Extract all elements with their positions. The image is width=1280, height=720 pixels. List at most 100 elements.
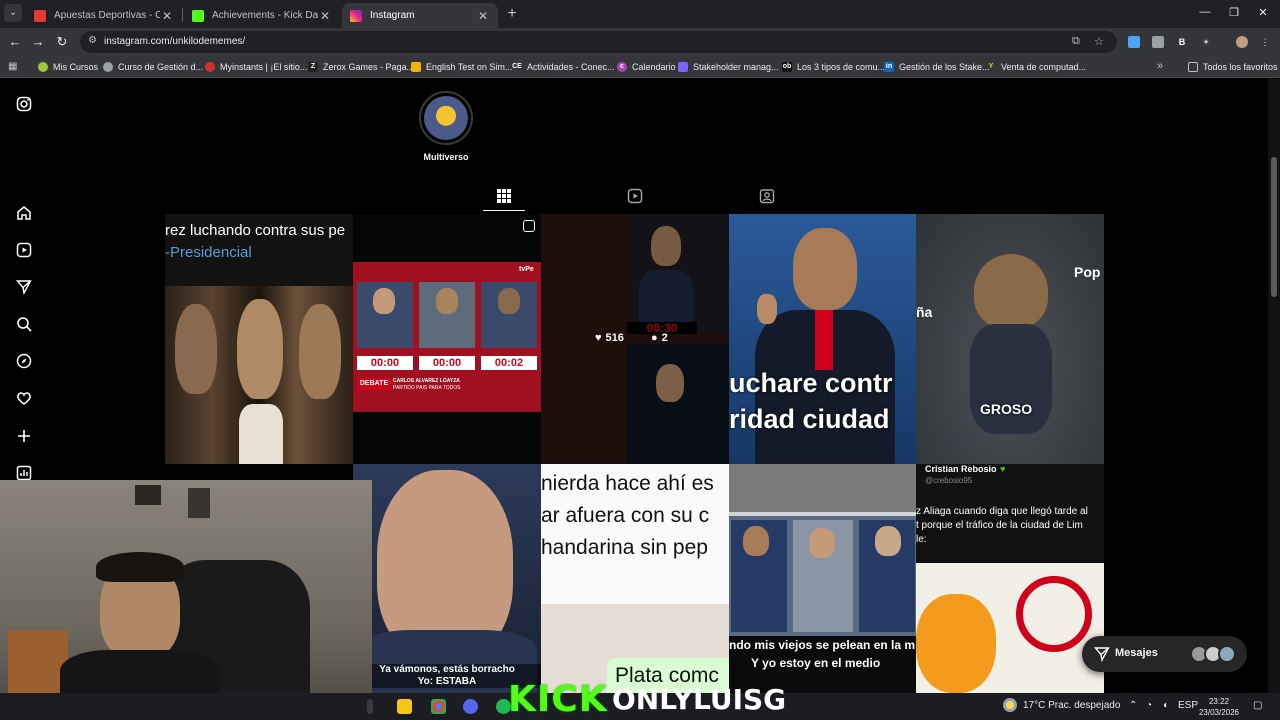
wifi-icon[interactable]: ◔ [1146, 700, 1152, 711]
url-text: instagram.com/unkilodememes/ [104, 36, 246, 47]
notifications-icon[interactable]: ▢ [1253, 700, 1262, 711]
profile-avatar[interactable] [1236, 36, 1248, 48]
browser-toolbar: ← → ↻ ⚙ instagram.com/unkilodememes/ ⧉ ☆… [0, 28, 1280, 56]
chrome-icon[interactable] [431, 699, 446, 714]
bookmark-item[interactable]: Z Zerox Games - Paga... [308, 60, 414, 74]
tab-title: Apuestas Deportivas - Casa de [54, 10, 160, 21]
close-window-icon[interactable]: ✕ [1256, 6, 1270, 19]
tab-search-button[interactable]: ⌄ [4, 4, 22, 22]
reels-icon[interactable] [16, 242, 32, 258]
bookmark-item[interactable]: Y Venta de computad... [986, 60, 1086, 74]
post-tile[interactable]: Cristian Rebosio ♥ @crebosio95 z Aliaga … [916, 464, 1104, 693]
extension-b-icon[interactable]: B [1176, 36, 1188, 48]
browser-tab-strip: ⌄ Apuestas Deportivas - Casa de ✕ Achiev… [0, 0, 1280, 28]
bookmark-item[interactable]: CE Actividades - Conec... [512, 60, 615, 74]
bookmark-star-icon[interactable]: ☆ [1094, 35, 1104, 48]
forward-icon[interactable]: → [29, 33, 47, 51]
post-tile[interactable]: ndo mis viejos se pelean en la m Y yo es… [729, 464, 916, 693]
tab-apuestas[interactable]: Apuestas Deportivas - Casa de ✕ [26, 3, 182, 28]
favicon-icon [350, 9, 362, 22]
messages-button[interactable]: Mesajes [1082, 636, 1247, 672]
tab-kick-dashboard[interactable]: Achievements - Kick Dashboard ✕ [184, 3, 340, 28]
tray-chevron-icon[interactable]: ⌃ [1129, 700, 1137, 711]
address-bar[interactable]: ⚙ instagram.com/unkilodememes/ ⧉ ☆ [80, 31, 1117, 53]
apps-grid-icon[interactable]: ▦ [8, 61, 17, 72]
install-app-icon[interactable]: ⧉ [1072, 35, 1080, 48]
explore-compass-icon[interactable] [16, 353, 32, 369]
post-tile[interactable]: rez luchando contra sus pe -Presidencial [165, 214, 353, 464]
bookmark-item[interactable]: English Test on Sim... [411, 60, 512, 74]
comments-count: ● 2 [651, 332, 668, 344]
profile-tabs [165, 188, 1104, 214]
extension-icon[interactable] [1128, 36, 1140, 48]
close-tab-icon[interactable]: ✕ [160, 9, 174, 23]
reload-icon[interactable]: ↻ [53, 33, 71, 51]
direct-send-icon[interactable] [15, 279, 32, 296]
bookmark-item[interactable]: c Calendario [617, 60, 676, 74]
extension-icon[interactable] [1152, 36, 1164, 48]
favicon-icon [192, 9, 204, 22]
tab-title: Instagram [370, 10, 415, 21]
likes-count: ♥ 516 [595, 332, 624, 344]
story-highlight[interactable] [419, 91, 473, 145]
highlight-cover [424, 96, 468, 140]
verified-heart-icon: ♥ [1000, 464, 1006, 474]
bookmark-item[interactable]: in Gestión de los Stake... [884, 60, 990, 74]
bookmark-item[interactable]: Mis Cursos [38, 60, 98, 74]
bookmarks-bar: ▦ Mis Cursos Curso de Gestión d... Myins… [0, 56, 1280, 78]
tab-title: Achievements - Kick Dashboard [212, 10, 318, 21]
menu-kebab-icon[interactable]: ⋮ [1259, 36, 1271, 48]
reels-tab-icon[interactable] [627, 188, 643, 204]
bookmark-item[interactable]: Myinstants | ¡El sitio... [205, 60, 307, 74]
channel-name-overlay: ONLYLUISG [612, 683, 787, 716]
post-tile[interactable]: 00:00 00:00 00:02 DEBATE CARLOS ÁLVAREZ … [353, 214, 541, 464]
post-tile[interactable]: Pop ña GROSO [916, 214, 1104, 464]
weather-icon[interactable] [1003, 698, 1017, 712]
heart-icon: ♥ [595, 332, 602, 344]
back-icon[interactable]: ← [6, 33, 24, 51]
reel-indicator-icon [523, 220, 535, 232]
more-bookmarks-icon[interactable]: » [1157, 60, 1163, 72]
post-tile[interactable]: nierda hace ahí es ar afuera con su c ha… [541, 464, 729, 693]
minimize-icon[interactable]: — [1198, 6, 1212, 18]
create-plus-icon[interactable] [16, 428, 32, 444]
taskbar-app-icon[interactable] [367, 699, 373, 714]
tab-instagram[interactable]: Instagram ✕ [342, 3, 498, 28]
comment-icon: ● [651, 332, 658, 344]
dashboard-icon[interactable] [16, 465, 32, 481]
kick-logo: KICK [508, 679, 608, 720]
post-tile[interactable]: Ya vámonos, estás borracho Yo: ESTABA [353, 464, 541, 693]
new-tab-button[interactable]: + [503, 5, 521, 23]
avatar [1218, 645, 1236, 663]
discord-icon[interactable] [463, 699, 478, 714]
scrollbar-thumb[interactable] [1271, 157, 1277, 297]
site-info-icon[interactable]: ⚙ [88, 35, 97, 46]
post-tile[interactable]: uchare contr ridad ciudad [729, 214, 916, 464]
posts-grid-icon[interactable] [496, 188, 512, 204]
close-tab-icon[interactable]: ✕ [476, 9, 490, 23]
weather-text[interactable]: 17°C Prac. despejado [1023, 700, 1120, 711]
close-tab-icon[interactable]: ✕ [318, 9, 332, 23]
search-icon[interactable] [16, 316, 32, 332]
extensions-puzzle-icon[interactable]: ✦ [1200, 36, 1212, 48]
restore-icon[interactable]: ❐ [1227, 6, 1241, 19]
webcam-overlay [0, 480, 372, 720]
direct-send-icon [1093, 646, 1110, 663]
page-scrollbar[interactable] [1268, 79, 1280, 693]
tagged-icon[interactable] [759, 188, 775, 204]
highlight-label: Multiverso [423, 152, 469, 162]
file-explorer-icon[interactable] [397, 699, 412, 714]
volume-icon[interactable]: ◖ [1162, 700, 1168, 711]
home-icon[interactable] [16, 205, 32, 221]
notifications-heart-icon[interactable] [16, 390, 32, 406]
active-tab-indicator [483, 210, 525, 211]
all-bookmarks-folder[interactable]: Todos los favoritos [1188, 60, 1278, 74]
bookmark-item[interactable]: Curso de Gestión d... [103, 60, 203, 74]
favicon-icon [34, 9, 46, 22]
instagram-logo-icon[interactable] [16, 96, 32, 112]
bookmark-item[interactable]: ob Los 3 tipos de comu... [782, 60, 885, 74]
messages-label: Mesajes [1115, 647, 1158, 659]
clock[interactable]: 23:22 23/03/2026 [1190, 696, 1248, 718]
bookmark-item[interactable]: Stakeholder manag... [678, 60, 779, 74]
post-tile[interactable]: 00:30 ♥ 516 ● 2 [541, 214, 729, 464]
